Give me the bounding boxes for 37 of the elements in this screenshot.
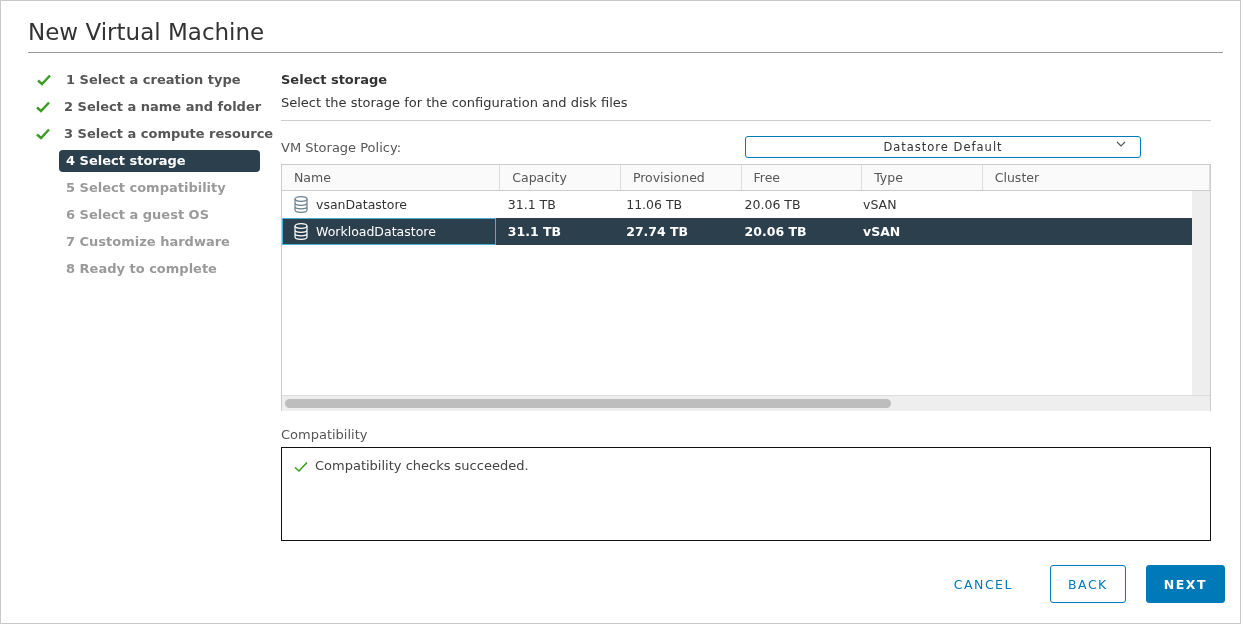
column-header[interactable]: Cluster [982, 165, 1210, 190]
table-cell: 31.1 TB [507, 197, 556, 212]
table-cell: 11.06 TB [626, 197, 683, 212]
section-title: Select storage [281, 72, 389, 87]
table-row[interactable]: vsanDatastore 31.1 TB 11.06 TB 20.06 TB vSAN [282, 191, 1192, 218]
vertical-scrollbar[interactable] [1192, 191, 1210, 395]
wizard-step[interactable]: 2 Select a name and folder [57, 96, 269, 118]
back-button[interactable]: BACK [1050, 565, 1126, 603]
cancel-button[interactable]: CANCEL [936, 565, 1030, 603]
table-cell: 31.1 TB [507, 224, 562, 239]
table-cell: 27.74 TB [626, 224, 689, 239]
wizard-step[interactable]: 1 Select a creation type [59, 69, 248, 91]
section-description: Select the storage for the configuration and disk files [281, 95, 628, 110]
table-row[interactable]: WorkloadDatastore 31.1 TB 27.74 TB 20.06 TB vSAN [282, 218, 1192, 245]
table-cell: 20.06 TB [744, 224, 807, 239]
policy-dropdown[interactable]: Datastore Default [745, 136, 1141, 158]
column-header[interactable]: Capacity [500, 165, 621, 190]
table-cell: vSAN [863, 224, 901, 239]
column-header[interactable]: Provisioned [620, 165, 742, 190]
column-header[interactable]: Free [741, 165, 863, 190]
wizard-step[interactable]: 3 Select a compute resource [57, 123, 281, 145]
database-icon [294, 223, 308, 240]
column-header[interactable]: Name [282, 165, 501, 190]
wizard-step[interactable]: 4 Select storage [59, 150, 260, 172]
table-cell: WorkloadDatastore [316, 224, 436, 239]
table-cell: vSAN [863, 197, 897, 212]
column-header[interactable]: Type [862, 165, 983, 190]
section-label: Compatibility [281, 427, 368, 442]
table-cell: vsanDatastore [316, 197, 407, 212]
horizontal-scrollbar[interactable] [282, 395, 1210, 411]
status-message: Compatibility checks succeeded. [315, 458, 529, 473]
next-button[interactable]: NEXT [1145, 565, 1225, 603]
table-cell: 20.06 TB [744, 197, 801, 212]
database-icon [294, 196, 308, 213]
field-label: VM Storage Policy: [281, 139, 402, 155]
caret-icon [1116, 141, 1126, 147]
dialog-title: New Virtual Machine [28, 19, 265, 45]
